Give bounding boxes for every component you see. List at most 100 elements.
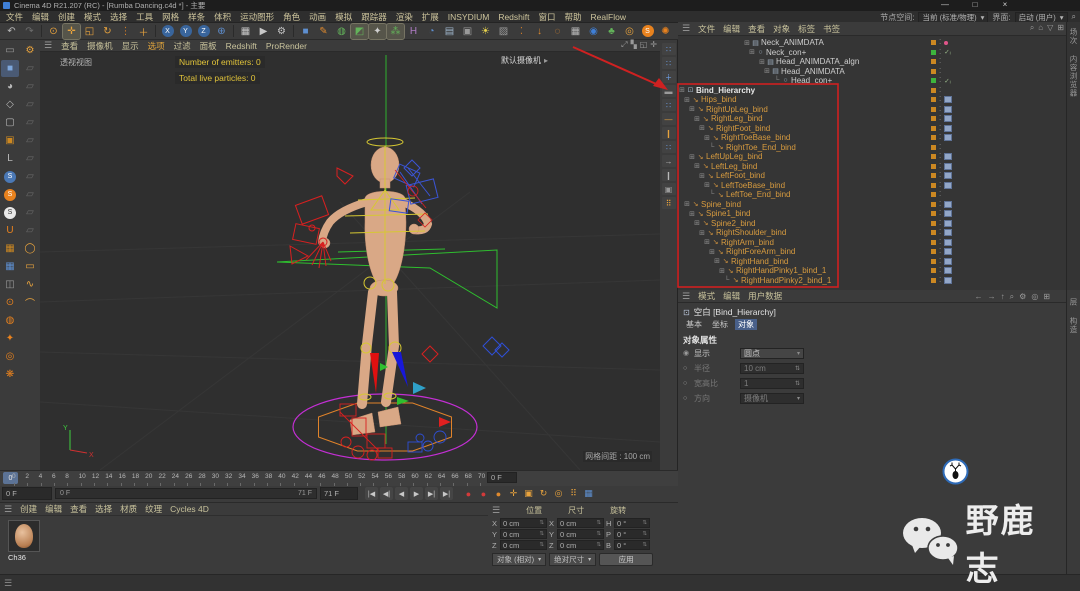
weight-tag-icon[interactable] bbox=[944, 115, 953, 123]
weight-tag-icon[interactable] bbox=[944, 96, 953, 104]
layer-dots[interactable]: ⁚ bbox=[939, 144, 941, 151]
layer-dots[interactable]: ⁚ bbox=[939, 239, 941, 246]
grid-dark-icon[interactable]: ◫ bbox=[1, 276, 19, 293]
grid-orange-icon[interactable]: ▦ bbox=[1, 240, 19, 257]
enable-dot[interactable] bbox=[931, 135, 936, 141]
viewport-corner-icon-3[interactable]: ✛ bbox=[650, 40, 657, 50]
search-icon[interactable]: ⌕ bbox=[1072, 12, 1076, 22]
tool-dim-1-icon[interactable]: ▱ bbox=[21, 60, 39, 77]
animation-mode-icon[interactable]: ▣ bbox=[1, 132, 19, 149]
menu-运动图形[interactable]: 运动图形 bbox=[240, 11, 274, 23]
enable-dot[interactable] bbox=[931, 249, 936, 255]
enable-dot[interactable] bbox=[931, 144, 936, 150]
expand-icon[interactable]: ⊞ bbox=[708, 248, 716, 256]
vp-menu-选项[interactable]: 选项 bbox=[148, 40, 165, 52]
expand-icon[interactable]: ⊞ bbox=[703, 181, 711, 189]
prev-frame-button[interactable]: ◀ bbox=[395, 487, 408, 500]
expand-icon[interactable]: ⊞ bbox=[688, 210, 696, 218]
layer-dots[interactable]: ⁚ bbox=[939, 49, 941, 56]
tree-row-LeftUpLeg_bind[interactable]: ⊞ ↘ LeftUpLeg_bind ⁚ bbox=[678, 152, 1066, 162]
enable-dot[interactable] bbox=[931, 211, 936, 217]
enable-dot[interactable] bbox=[931, 277, 936, 283]
enable-dot[interactable] bbox=[931, 59, 936, 65]
workplane-mode-icon[interactable]: ◇ bbox=[1, 96, 19, 113]
expand-icon[interactable]: ⊞ bbox=[703, 238, 711, 246]
menu-文件[interactable]: 文件 bbox=[6, 11, 23, 23]
layer-dots[interactable]: ⁚ bbox=[939, 163, 941, 170]
lock-x-icon[interactable]: X bbox=[159, 24, 176, 39]
render-marked-icon[interactable]: ▶ bbox=[255, 24, 272, 39]
am-back-icon[interactable]: ← bbox=[975, 292, 983, 302]
key-rotation-button[interactable]: ↻ bbox=[537, 487, 550, 500]
vp-menu-Redshift[interactable]: Redshift bbox=[226, 41, 257, 51]
menu-角色[interactable]: 角色 bbox=[283, 11, 300, 23]
menu-工具[interactable]: 工具 bbox=[136, 11, 153, 23]
tree-row-LeftLeg_bind[interactable]: ⊞ ↘ LeftLeg_bind ⁚ bbox=[678, 162, 1066, 172]
char-tool-8-icon[interactable]: ∷ bbox=[661, 141, 676, 153]
select-rect-icon[interactable]: ▭ bbox=[21, 258, 39, 275]
badge-blue-s-icon[interactable]: S bbox=[1, 168, 19, 185]
tree-row-LeftToe_End_bind[interactable]: └ ↘ LeftToe_End_bind ⁚ bbox=[678, 190, 1066, 200]
tree-row-RightToe_End_bind[interactable]: └ ↘ RightToe_End_bind ⁚ bbox=[678, 143, 1066, 153]
char-tool-7-icon[interactable]: ❙ bbox=[661, 127, 676, 139]
char-tool-4-icon[interactable]: ▬ bbox=[661, 85, 676, 97]
timeline-range-slider[interactable]: 0 F 71 F bbox=[55, 488, 317, 499]
weight-tag-icon[interactable] bbox=[944, 172, 953, 180]
timeline-ruler[interactable]: 0 0 F 0 2 4 6 8 10 12 14 16 18 20 22 24 26 28 30 32 34 36 3… bbox=[0, 470, 678, 487]
xp-circle-1-icon[interactable]: ⊙ bbox=[1, 294, 19, 311]
vp-menu-查看[interactable]: 查看 bbox=[61, 40, 78, 52]
badge-orange-s-icon[interactable]: S bbox=[1, 186, 19, 203]
am-up-icon[interactable]: ↑ bbox=[1001, 292, 1005, 302]
expand-icon[interactable]: ⊞ bbox=[698, 124, 706, 132]
expand-icon[interactable]: ⊞ bbox=[693, 162, 701, 170]
redo-icon[interactable]: ↷ bbox=[21, 24, 38, 39]
scale-tool-icon[interactable]: ◱ bbox=[81, 24, 98, 39]
s-logo-icon[interactable]: S bbox=[639, 24, 656, 39]
menu-编辑[interactable]: 编辑 bbox=[32, 11, 49, 23]
enable-dot[interactable] bbox=[931, 182, 936, 188]
key-pla-button[interactable]: ⠿ bbox=[567, 487, 580, 500]
volume-icon[interactable]: ◔ bbox=[423, 24, 440, 39]
weight-tag-icon[interactable] bbox=[944, 248, 953, 256]
key-scale-button[interactable]: ▣ bbox=[522, 487, 535, 500]
object-tree[interactable]: ⊞ ▤ Neck_ANIMDATA ⁚ ⊞ ○ Neck_con+ ⁚ ✓ᵢ ⊞ ▤ Head_ANI… bbox=[678, 38, 1066, 290]
add-tool-icon[interactable]: ＋ bbox=[135, 24, 152, 39]
weight-tag-icon[interactable] bbox=[944, 219, 953, 227]
layer-dots[interactable]: ⁚ bbox=[939, 115, 941, 122]
vp-menu-显示[interactable]: 显示 bbox=[122, 40, 139, 52]
weight-tag-icon[interactable] bbox=[944, 124, 953, 132]
viewport-corner-icon-1[interactable]: ▚ bbox=[631, 40, 637, 50]
tree-row-LeftFoot_bind[interactable]: ⊞ ↘ LeftFoot_bind ⁚ bbox=[678, 171, 1066, 181]
vp-menu-过滤[interactable]: 过滤 bbox=[174, 40, 191, 52]
prop-spinner[interactable]: 10 cm ⇅ bbox=[740, 362, 804, 374]
am-search-icon[interactable]: ⌕ bbox=[1010, 292, 1014, 302]
interface-select[interactable]: 启动 (用户) ▾ bbox=[1014, 11, 1068, 23]
close-button[interactable]: × bbox=[990, 0, 1020, 11]
menu-RealFlow[interactable]: RealFlow bbox=[591, 12, 626, 22]
coords-menu-icon[interactable]: ☰ bbox=[492, 505, 500, 516]
tree-row-RightShoulder_bind[interactable]: ⊞ ↘ RightShoulder_bind ⁚ bbox=[678, 228, 1066, 238]
material-thumbnail[interactable] bbox=[8, 520, 40, 552]
tree-row-Neck_con+[interactable]: ⊞ ○ Neck_con+ ⁚ ✓ᵢ bbox=[678, 48, 1066, 58]
coordinate-system-icon[interactable]: ⊕ bbox=[213, 24, 230, 39]
menu-模式[interactable]: 模式 bbox=[84, 11, 101, 23]
enable-dot[interactable] bbox=[931, 87, 936, 93]
live-selection-icon[interactable]: ⊙ bbox=[45, 24, 62, 39]
minimize-button[interactable]: — bbox=[930, 0, 960, 11]
xparticles-icon[interactable]: ✺ bbox=[657, 24, 674, 39]
primitive-cube-icon[interactable]: ■ bbox=[297, 24, 314, 39]
render-view-icon[interactable]: ▦ bbox=[237, 24, 254, 39]
goto-end-button[interactable]: ▶| bbox=[440, 487, 453, 500]
mat-menu-Cycles 4D[interactable]: Cycles 4D bbox=[170, 504, 209, 514]
vp-menu-摄像机[interactable]: 摄像机 bbox=[87, 40, 113, 52]
tree-row-Spine_bind[interactable]: ⊞ ↘ Spine_bind ⁚ bbox=[678, 200, 1066, 210]
spinner-arrows-icon[interactable]: ⇅ bbox=[795, 365, 800, 372]
end-frame-field[interactable]: 71 F bbox=[320, 487, 358, 500]
expand-icon[interactable]: ⊞ bbox=[718, 267, 726, 275]
target-gear-icon[interactable]: ◎ bbox=[621, 24, 638, 39]
bend-deformer-icon[interactable]: ◩ bbox=[350, 22, 369, 40]
select-lasso-icon[interactable]: ∿ bbox=[21, 276, 39, 293]
xp-circle-3-icon[interactable]: ✦ bbox=[1, 330, 19, 347]
menu-选择[interactable]: 选择 bbox=[110, 11, 127, 23]
magnet-snap-icon[interactable]: U bbox=[1, 222, 19, 239]
